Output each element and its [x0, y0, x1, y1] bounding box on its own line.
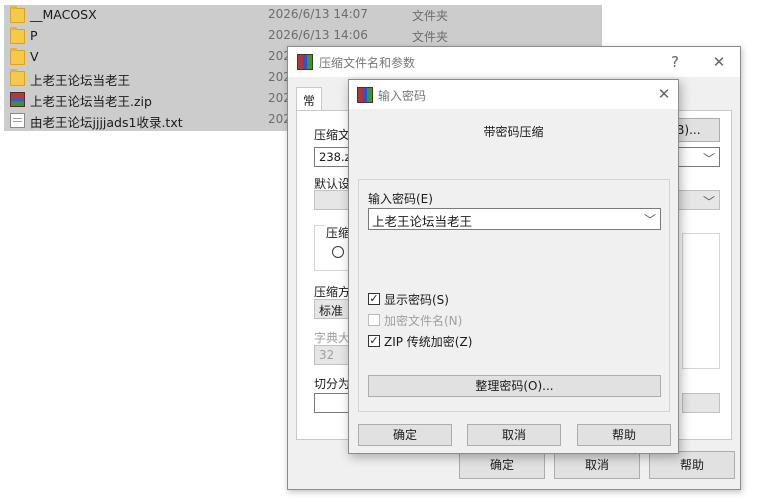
zip-legacy-encryption-label: ZIP 传统加密(Z): [384, 335, 473, 349]
folder-icon: [10, 69, 25, 86]
chevron-down-icon: ﹀: [702, 195, 715, 209]
zip-legacy-encryption-checkbox[interactable]: ✓: [368, 335, 380, 347]
file-name: 由老王论坛jjjjads1收录.txt: [30, 115, 183, 130]
organize-passwords-button[interactable]: 整理密码(O)...: [368, 375, 661, 397]
folder-icon: [10, 27, 25, 44]
enter-password-label: 输入密码(E): [368, 192, 433, 206]
close-icon[interactable]: ✕: [706, 51, 732, 73]
archive-icon: [10, 92, 25, 107]
options-group: [682, 233, 720, 369]
file-row-macosx[interactable]: __MACOSX 2026/6/13 14:07 文件夹: [4, 5, 602, 26]
file-name: __MACOSX: [30, 7, 97, 22]
winrar-icon: [357, 87, 373, 103]
chevron-down-icon: ﹀: [702, 152, 715, 166]
help-button[interactable]: 帮助: [577, 424, 671, 446]
file-type: 文件夹: [412, 30, 449, 44]
file-row-p[interactable]: P 2026/6/13 14:06 文件夹: [4, 26, 602, 47]
file-name: 上老王论坛当老王: [30, 73, 131, 88]
encrypt-filenames-checkbox[interactable]: [368, 314, 380, 326]
show-password-label: 显示密码(S): [384, 293, 449, 307]
dialog-titlebar: 压缩文件名和参数 ? ✕: [288, 47, 740, 77]
dict-size-label: 字典大: [314, 331, 351, 345]
method-label: 压缩方: [314, 285, 351, 299]
encrypt-filenames-label: 加密文件名(N): [384, 314, 463, 328]
chevron-down-icon[interactable]: ﹀: [644, 211, 656, 228]
password-input[interactable]: 上老王论坛当老王 ﹀: [368, 208, 661, 230]
dialog-title: 输入密码: [378, 89, 427, 103]
dialog-title: 压缩文件名和参数: [319, 56, 416, 70]
ok-button[interactable]: 确定: [358, 424, 452, 446]
help-button[interactable]: 帮助: [649, 451, 735, 479]
password-value: 上老王论坛当老王: [372, 214, 473, 229]
cancel-button[interactable]: 取消: [467, 424, 561, 446]
folder-icon: [10, 6, 25, 23]
password-dialog: 输入密码 ✕ 带密码压缩 输入密码(E) 上老王论坛当老王 ﹀ ✓ 显示密码(S…: [348, 79, 679, 454]
tab-general[interactable]: 常规: [296, 87, 323, 125]
close-icon[interactable]: ✕: [651, 83, 677, 105]
split-volumes-label: 切分为: [314, 377, 351, 391]
password-group: 输入密码(E) 上老王论坛当老王 ﹀ ✓ 显示密码(S) 加密文件名(N) ✓ …: [358, 179, 670, 412]
ok-button[interactable]: 确定: [459, 451, 545, 479]
cancel-button[interactable]: 取消: [554, 451, 640, 479]
file-date: 2026/6/13 14:07: [268, 7, 368, 21]
dialog-heading: 带密码压缩: [483, 125, 544, 139]
file-name: 上老王论坛当老王.zip: [30, 94, 152, 109]
file-name: V: [30, 49, 39, 64]
help-icon[interactable]: ?: [662, 51, 688, 73]
dialog-titlebar: 输入密码 ✕: [349, 80, 678, 109]
set-password-button-edge[interactable]: [682, 393, 720, 413]
file-name: P: [30, 28, 38, 43]
show-password-checkbox[interactable]: ✓: [368, 293, 380, 305]
format-radio-rar[interactable]: [332, 246, 344, 258]
archive-name-label: 压缩文: [314, 128, 351, 142]
folder-icon: [10, 48, 25, 65]
text-file-icon: [10, 113, 25, 128]
file-type: 文件夹: [412, 9, 449, 23]
winrar-icon: [297, 54, 313, 70]
file-date: 2026/6/13 14:06: [268, 28, 368, 42]
